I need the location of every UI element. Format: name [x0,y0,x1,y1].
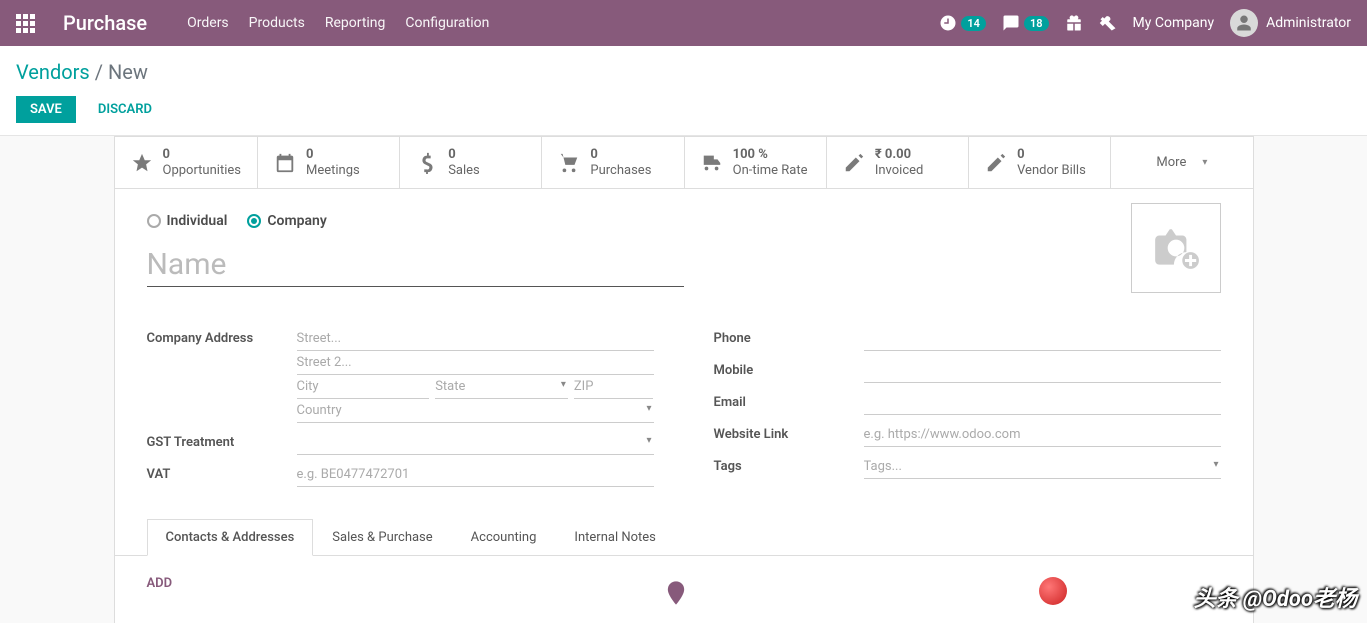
app-name[interactable]: Purchase [63,11,147,35]
activities-button[interactable]: 14 [939,14,986,32]
user-menu[interactable]: Administrator [1230,9,1351,37]
label-tags: Tags [714,455,864,479]
radio-company[interactable]: Company [247,213,326,229]
messages-button[interactable]: 18 [1002,14,1049,32]
stat-meetings[interactable]: 0Meetings [258,137,400,188]
image-upload[interactable] [1131,203,1221,293]
left-column: Company Address GST Treatment [147,327,654,495]
city-input[interactable] [297,375,430,399]
map-pin-icon [662,576,690,610]
pencil-square-icon [985,152,1007,174]
name-input[interactable] [147,243,684,287]
truck-icon [701,152,723,174]
street2-input[interactable] [297,351,654,375]
gift-icon[interactable] [1065,14,1083,32]
stat-purchases[interactable]: 0Purchases [542,137,684,188]
calendar-icon [274,152,296,174]
label-mobile: Mobile [714,359,864,383]
menu-orders[interactable]: Orders [187,15,229,31]
stat-opportunities[interactable]: 0Opportunities [115,137,258,188]
pencil-square-icon [843,152,865,174]
avatar [1230,9,1258,37]
tab-internal-notes[interactable]: Internal Notes [555,519,674,556]
label-email: Email [714,391,864,415]
website-input[interactable] [864,423,1221,447]
star-icon [131,152,153,174]
menu-products[interactable]: Products [249,15,305,31]
stat-more[interactable]: More▾ [1111,137,1252,188]
form-sheet: 0Opportunities 0Meetings 0Sales 0Purchas… [114,136,1254,623]
tab-sales-purchase[interactable]: Sales & Purchase [313,519,451,556]
breadcrumb: Vendors / New [16,60,1351,84]
country-input[interactable] [297,399,654,423]
activity-count: 14 [961,16,986,31]
mobile-input[interactable] [864,359,1221,383]
tools-icon[interactable] [1099,14,1117,32]
chat-icon [1002,14,1020,32]
stat-sales[interactable]: 0Sales [400,137,542,188]
tags-input[interactable] [864,455,1221,479]
street-input[interactable] [297,327,654,351]
stat-buttons: 0Opportunities 0Meetings 0Sales 0Purchas… [115,137,1253,189]
tab-contacts[interactable]: Contacts & Addresses [147,519,314,556]
label-phone: Phone [714,327,864,351]
chevron-down-icon: ▾ [1202,157,1207,168]
main-area: 0Opportunities 0Meetings 0Sales 0Purchas… [0,136,1367,623]
notebook-tabs: Contacts & Addresses Sales & Purchase Ac… [115,507,1253,556]
apps-icon[interactable] [16,14,35,33]
company-switcher[interactable]: My Company [1133,15,1215,31]
cart-icon [558,152,580,174]
label-vat: VAT [147,463,297,487]
label-gst: GST Treatment [147,431,297,455]
top-menu: Orders Products Reporting Configuration [187,15,489,31]
zip-input[interactable] [574,375,654,399]
email-input[interactable] [864,391,1221,415]
add-contact-button[interactable]: ADD [147,576,173,591]
tab-accounting[interactable]: Accounting [452,519,556,556]
right-column: Phone Mobile Email Website Link Tags [714,327,1221,495]
breadcrumb-vendors[interactable]: Vendors [16,60,90,84]
stat-vendor-bills[interactable]: 0Vendor Bills [969,137,1111,188]
phone-input[interactable] [864,327,1221,351]
company-type-radio: Individual Company [147,213,1221,229]
messages-count: 18 [1024,16,1049,31]
stat-ontime[interactable]: 100 %On-time Rate [685,137,827,188]
breadcrumb-current: New [108,60,148,84]
gst-input[interactable] [297,431,654,455]
radio-individual[interactable]: Individual [147,213,228,229]
menu-configuration[interactable]: Configuration [405,15,489,31]
camera-plus-icon [1151,223,1201,273]
clock-icon [939,14,957,32]
watermark-dot [1039,577,1067,605]
vat-input[interactable] [297,463,654,487]
radio-icon [147,214,161,228]
dollar-icon [416,152,438,174]
label-website: Website Link [714,423,864,447]
topbar: Purchase Orders Products Reporting Confi… [0,0,1367,46]
control-panel: Vendors / New SAVE DISCARD [0,46,1367,136]
state-input[interactable] [435,375,568,399]
radio-icon-selected [247,214,261,228]
save-button[interactable]: SAVE [16,96,76,123]
discard-button[interactable]: DISCARD [84,96,166,123]
tab-content: ADD [115,555,1253,623]
label-address: Company Address [147,327,297,423]
stat-invoiced[interactable]: ₹ 0.00Invoiced [827,137,969,188]
menu-reporting[interactable]: Reporting [325,15,386,31]
